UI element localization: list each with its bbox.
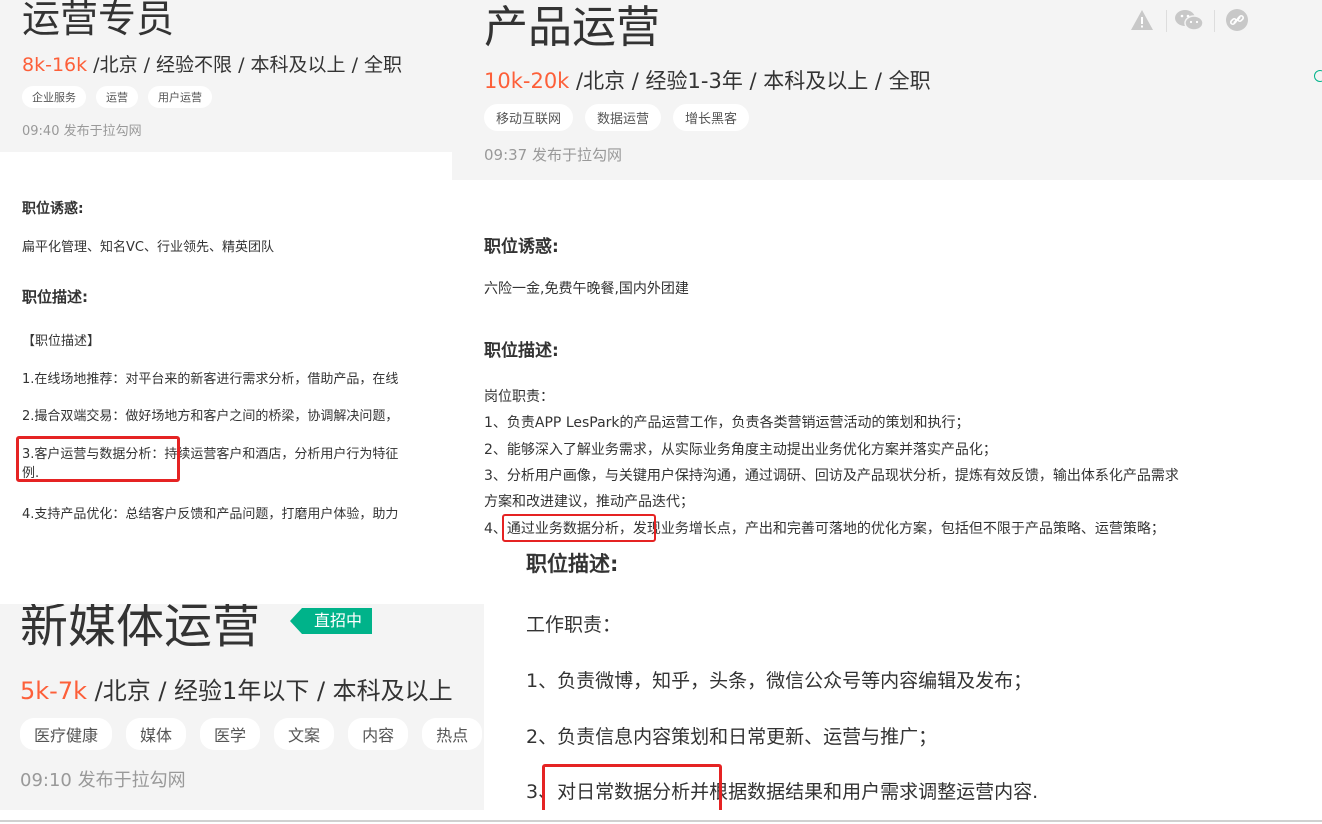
tag[interactable]: 数据运营 — [585, 104, 662, 131]
publish-time: 09:10 发布于拉勾网 — [20, 770, 186, 791]
tag-list: 移动互联网 数据运营 增长黑客 — [484, 104, 750, 131]
job-title: 运营专员 — [22, 0, 175, 41]
desc-line: 1、负责APP LesPark的产品运营工作，负责各类营销运营活动的策划和执行； — [484, 415, 970, 431]
desc-line: 方案和改进建议，推动产品迭代； — [484, 494, 694, 510]
job-meta: 10k-20k /北京 / 经验1-3年 / 本科及以上 / 全职 — [484, 66, 931, 96]
job-requirements: /北京 / 经验1年以下 / 本科及以上 — [87, 677, 453, 705]
hiring-badge: 直招中 — [289, 608, 373, 634]
edge-circle — [1314, 70, 1322, 82]
job-description-xinmeiti: 职位描述: 工作职责： 1、负责微博，知乎，头条，微信公众号等内容编辑及发布； … — [484, 548, 1322, 810]
bottom-border — [0, 820, 1322, 822]
tag[interactable]: 增长黑客 — [673, 104, 750, 131]
publish-time: 09:40 发布于拉勾网 — [22, 124, 142, 139]
job-card-yunying-zhuanyuan: 运营专员 8k-16k /北京 / 经验不限 / 本科及以上 / 全职 企业服务… — [0, 0, 452, 590]
highlight-box — [542, 764, 722, 810]
tag[interactable]: 媒体 — [126, 718, 187, 750]
tag[interactable]: 文案 — [274, 718, 335, 750]
desc-line: 2.撮合双端交易：做好场地方和客户之间的桥梁，协调解决问题， — [22, 409, 399, 424]
link-icon[interactable] — [1225, 8, 1249, 32]
job-card-xinmeiti-yunying: 新媒体运营 直招中 5k-7k /北京 / 经验1年以下 / 本科及以上 医疗健… — [0, 604, 484, 810]
description-heading: 职位描述: — [484, 341, 559, 361]
job-title: 新媒体运营 — [20, 604, 261, 654]
desc-line: 4.支持产品优化：总结客户反馈和产品问题，打磨用户体验，助力 — [22, 507, 399, 522]
job-card-chanpin-yunying: 产品运营 10k-20k /北京 / 经验1-3年 / 本科及以上 / 全职 移… — [452, 0, 1322, 548]
tag[interactable]: 热点 — [422, 718, 483, 750]
tag[interactable]: 医学 — [200, 718, 261, 750]
job-meta: 8k-16k /北京 / 经验不限 / 本科及以上 / 全职 — [22, 52, 402, 78]
description-heading: 职位描述: — [526, 552, 619, 576]
desc-line: 3、分析用户画像，与关键用户保持沟通，通过调研、回访及产品现状分析，提炼有效反馈… — [484, 468, 1179, 484]
icon-divider — [1166, 10, 1167, 32]
desc-line: 岗位职责： — [484, 389, 554, 405]
perks-heading: 职位诱惑: — [484, 237, 559, 257]
description-heading: 职位描述: — [22, 288, 88, 306]
desc-line: 【职位描述】 — [22, 334, 101, 349]
salary: 5k-7k — [20, 677, 87, 705]
desc-line: 工作职责： — [526, 614, 622, 636]
job-title: 产品运营 — [484, 2, 660, 53]
perks-text: 扁平化管理、知名VC、行业领先、精英团队 — [22, 240, 274, 255]
salary: 10k-20k — [484, 69, 570, 93]
wechat-icon[interactable] — [1174, 8, 1204, 32]
tag[interactable]: 运营 — [96, 86, 138, 108]
tag[interactable]: 用户运营 — [148, 86, 212, 108]
tag[interactable]: 医疗健康 — [20, 718, 113, 750]
salary: 8k-16k — [22, 54, 88, 76]
highlight-box — [16, 436, 180, 482]
warning-icon[interactable] — [1130, 9, 1154, 31]
desc-line: 2、负责信息内容策划和日常更新、运营与推广； — [526, 726, 938, 748]
perks-heading: 职位诱惑: — [22, 201, 84, 217]
tag[interactable]: 移动互联网 — [484, 104, 574, 131]
desc-line: 1.在线场地推荐：对平台来的新客进行需求分析，借助产品，在线 — [22, 372, 399, 387]
tag[interactable]: 企业服务 — [22, 86, 86, 108]
icon-divider — [1214, 10, 1215, 32]
job-meta: 5k-7k /北京 / 经验1年以下 / 本科及以上 — [20, 674, 453, 708]
tag-list: 医疗健康 媒体 医学 文案 内容 热点 — [20, 718, 483, 750]
desc-line: 2、能够深入了解业务需求，从实际业务角度主动提出业务优化方案并落实产品化； — [484, 442, 997, 458]
perks-text: 六险一金,免费午晚餐,国内外团建 — [484, 281, 689, 297]
job-requirements: /北京 / 经验不限 / 本科及以上 / 全职 — [87, 54, 403, 76]
job-requirements: /北京 / 经验1-3年 / 本科及以上 / 全职 — [569, 69, 931, 93]
desc-line: 1、负责微博，知乎，头条，微信公众号等内容编辑及发布； — [526, 670, 1033, 692]
publish-time: 09:37 发布于拉勾网 — [484, 146, 622, 164]
tag[interactable]: 内容 — [348, 718, 409, 750]
highlight-box — [502, 514, 656, 542]
tag-list: 企业服务 运营 用户运营 — [22, 86, 212, 108]
